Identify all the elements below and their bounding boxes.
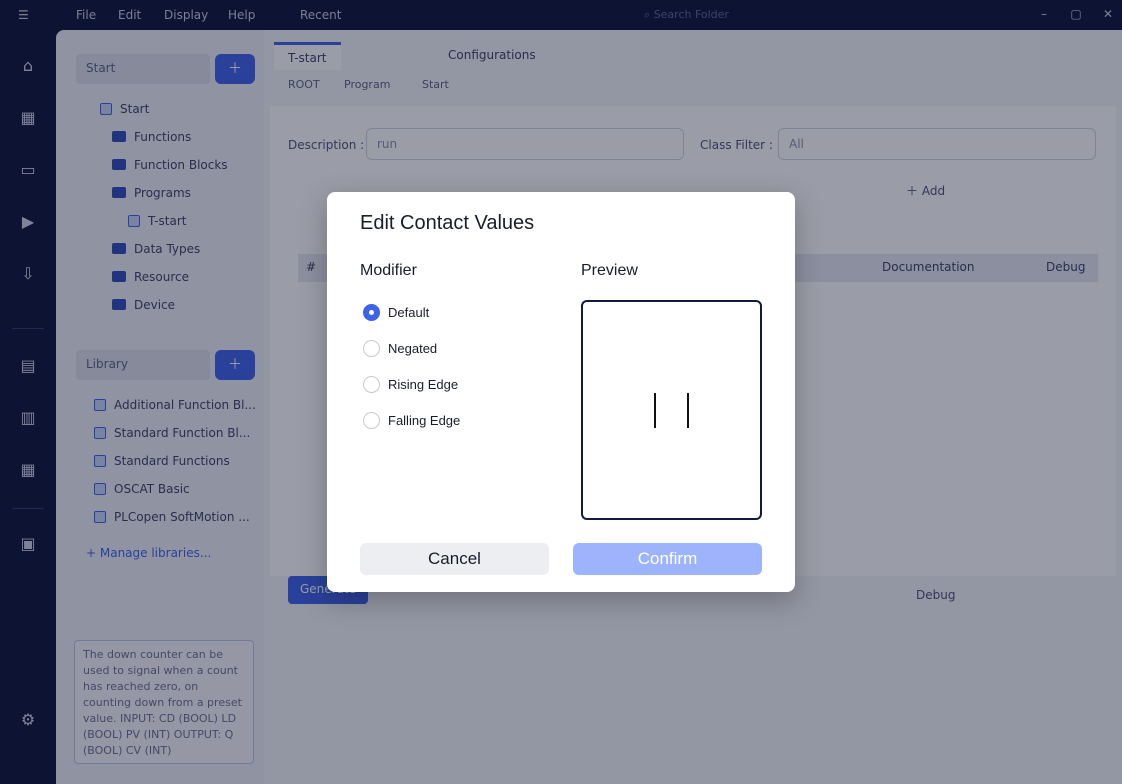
edit-contact-dialog: Edit Contact Values Modifier Preview Def… — [327, 192, 795, 592]
radio-unchecked-icon — [363, 411, 380, 429]
radio-rising-edge[interactable]: Rising Edge — [363, 375, 458, 393]
radio-label: Default — [388, 304, 430, 320]
radio-checked-icon — [363, 303, 380, 321]
radio-unchecked-icon — [363, 339, 380, 357]
radio-label: Rising Edge — [388, 376, 459, 392]
radio-label: Negated — [388, 340, 438, 356]
cancel-button[interactable]: Cancel — [360, 543, 549, 575]
contact-symbol-right-bar — [687, 393, 689, 428]
radio-label: Falling Edge — [388, 412, 461, 428]
confirm-button[interactable]: Confirm — [573, 543, 762, 575]
radio-default[interactable]: Default — [363, 303, 429, 321]
contact-preview — [581, 300, 762, 520]
radio-falling-edge[interactable]: Falling Edge — [363, 411, 460, 429]
dialog-title: Edit Contact Values — [360, 212, 535, 234]
contact-symbol-left-bar — [654, 393, 656, 428]
modifier-label: Modifier — [360, 262, 417, 279]
preview-label: Preview — [581, 262, 638, 279]
radio-negated[interactable]: Negated — [363, 339, 437, 357]
radio-unchecked-icon — [363, 375, 380, 393]
